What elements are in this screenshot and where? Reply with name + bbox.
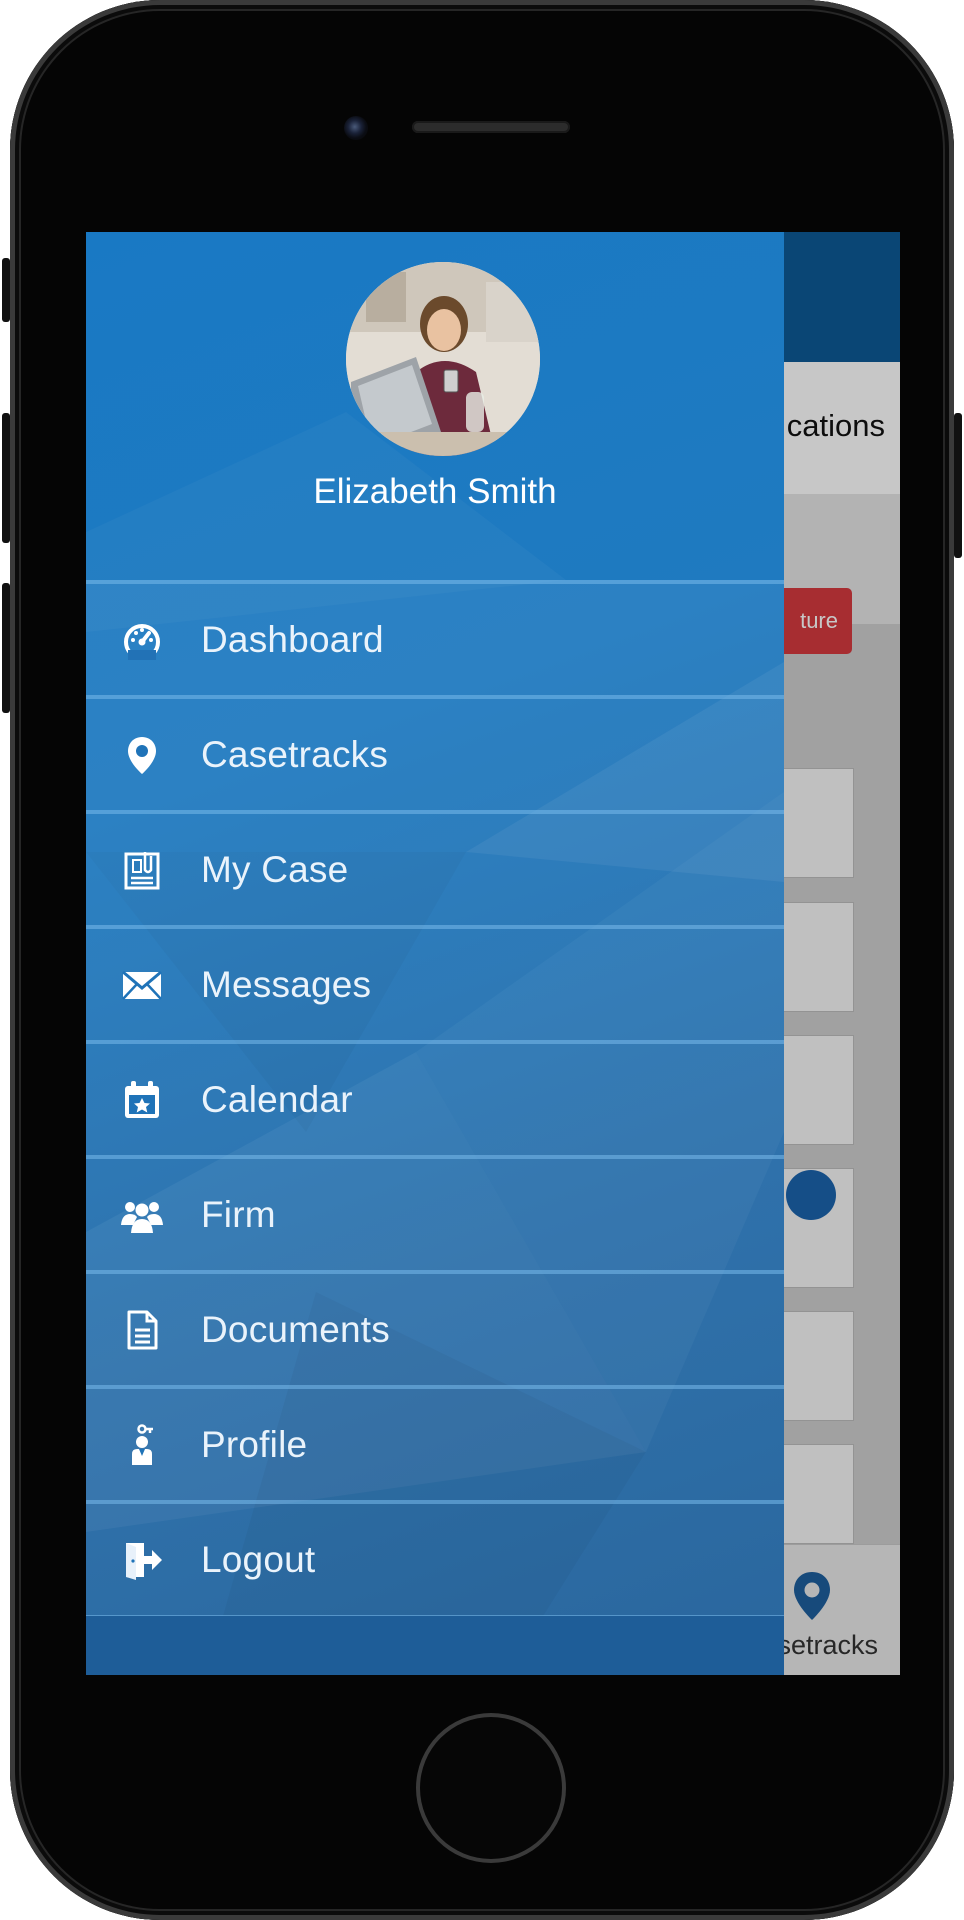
screen: cations ture setracks Elizabeth Smith Da… — [86, 232, 900, 1675]
front-camera — [344, 116, 368, 140]
menu-label-calendar: Calendar — [201, 1078, 353, 1120]
document-icon — [120, 1308, 164, 1352]
home-button[interactable] — [416, 1713, 566, 1863]
menu-label-firm: Firm — [201, 1193, 276, 1235]
users-icon — [120, 1193, 164, 1237]
dashboard-icon — [120, 618, 164, 662]
menu-label-profile: Profile — [201, 1423, 308, 1465]
drawer-header: Elizabeth Smith — [86, 232, 784, 580]
menu-item-documents[interactable]: Documents — [86, 1270, 784, 1385]
profile-icon — [120, 1423, 164, 1467]
logout-icon — [120, 1538, 164, 1582]
map-pin-icon — [120, 733, 164, 777]
menu-item-my-case[interactable]: My Case — [86, 810, 784, 925]
navigation-drawer: Elizabeth Smith Dashboard Casetracks My … — [86, 232, 784, 1675]
menu-label-logout: Logout — [201, 1538, 316, 1580]
menu-label-my-case: My Case — [201, 848, 349, 890]
menu-item-firm[interactable]: Firm — [86, 1155, 784, 1270]
menu-item-casetracks[interactable]: Casetracks — [86, 695, 784, 810]
menu-item-messages[interactable]: Messages — [86, 925, 784, 1040]
power-button — [954, 413, 962, 558]
menu-label-documents: Documents — [201, 1308, 390, 1350]
mute-switch — [2, 258, 10, 322]
menu-item-calendar[interactable]: Calendar — [86, 1040, 784, 1155]
phone-frame: cations ture setracks Elizabeth Smith Da… — [2, 0, 962, 1920]
menu-item-dashboard[interactable]: Dashboard — [86, 580, 784, 695]
menu-item-profile[interactable]: Profile — [86, 1385, 784, 1500]
menu-label-messages: Messages — [201, 963, 372, 1005]
drawer-footer — [86, 1616, 784, 1675]
clipboard-icon — [120, 848, 164, 892]
volume-up-button — [2, 413, 10, 543]
earpiece-speaker — [412, 121, 570, 133]
avatar[interactable] — [346, 262, 540, 456]
user-name: Elizabeth Smith — [313, 472, 557, 511]
menu-label-dashboard: Dashboard — [201, 618, 384, 660]
menu-label-casetracks: Casetracks — [201, 733, 389, 775]
envelope-icon — [120, 963, 164, 1007]
menu-item-logout[interactable]: Logout — [86, 1500, 784, 1619]
calendar-star-icon — [120, 1078, 164, 1122]
volume-down-button — [2, 583, 10, 713]
drawer-menu: Dashboard Casetracks My Case Messages Ca… — [86, 580, 784, 1619]
